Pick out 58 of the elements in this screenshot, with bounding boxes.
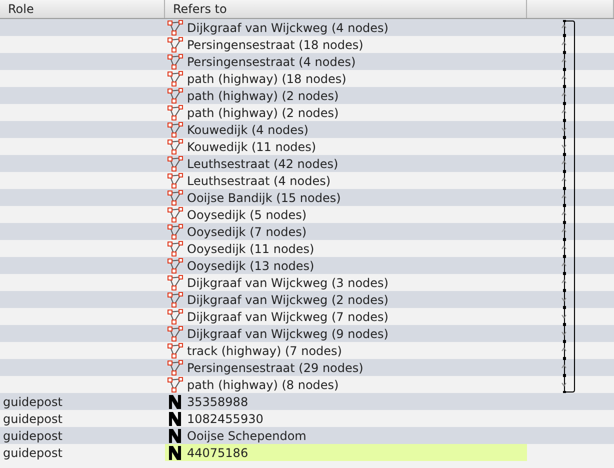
member-cell: Persingensestraat (4 nodes) [165, 53, 527, 70]
way-icon [167, 224, 183, 240]
way-icon [167, 326, 183, 342]
node-icon [167, 428, 183, 444]
member-cell: path (highway) (2 nodes) [165, 104, 527, 121]
member-cell: path (highway) (18 nodes) [165, 70, 527, 87]
member-cell: 35358988 [165, 393, 527, 410]
way-icon [167, 156, 183, 172]
way-icon [167, 206, 183, 222]
member-cell: track (highway) (7 nodes) [165, 342, 527, 359]
way-icon [167, 70, 183, 86]
member-cell: Dijkgraaf van Wijckweg (7 nodes) [165, 308, 527, 325]
node-icon [167, 444, 183, 460]
member-cell: Ooysedijk (13 nodes) [165, 257, 527, 274]
member-cell: Kouwedijk (4 nodes) [165, 121, 527, 138]
member-cell: Leuthsestraat (4 nodes) [165, 172, 527, 189]
way-icon [167, 360, 183, 376]
member-cell: Ooysedijk (11 nodes) [165, 240, 527, 257]
way-icon [167, 88, 183, 104]
way-icon [167, 376, 183, 392]
member-cell: Persingensestraat (18 nodes) [165, 36, 527, 53]
member-cell: Ooijse Schependom [165, 427, 527, 444]
member-cell: 1082455930 [165, 410, 527, 427]
role-cell: guidepost [3, 428, 62, 442]
way-icon [167, 240, 183, 256]
way-icon [167, 308, 183, 324]
way-icon [167, 342, 183, 358]
member-cell: Kouwedijk (11 nodes) [165, 138, 527, 155]
member-cell: Dijkgraaf van Wijckweg (9 nodes) [165, 325, 527, 342]
way-icon [167, 104, 183, 120]
member-cell: Dijkgraaf van Wijckweg (2 nodes) [165, 291, 527, 308]
way-icon [167, 138, 183, 154]
way-icon [167, 258, 183, 274]
member-cell: path (highway) (2 nodes) [165, 87, 527, 104]
way-icon [167, 36, 183, 52]
member-cell: Leuthsestraat (42 nodes) [165, 155, 527, 172]
way-icon [167, 172, 183, 188]
member-cell: Dijkgraaf van Wijckweg (3 nodes) [165, 274, 527, 291]
way-icon [167, 292, 183, 308]
way-icon [167, 20, 183, 36]
member-cell: Ooijse Bandijk (15 nodes) [165, 189, 527, 206]
role-cell: guidepost [3, 446, 62, 460]
node-icon [167, 394, 183, 410]
role-cell: guidepost [3, 394, 62, 408]
member-cell: Ooysedijk (7 nodes) [165, 223, 527, 240]
member-cell: path (highway) (8 nodes) [165, 376, 527, 393]
way-icon [167, 122, 183, 138]
role-cell: guidepost [3, 412, 62, 426]
node-icon [167, 410, 183, 426]
way-icon [167, 274, 183, 290]
column-header[interactable]: Refers to [165, 0, 527, 18]
member-cell: 44075186 [165, 444, 527, 461]
column-header[interactable]: Role [0, 0, 165, 18]
way-icon [167, 54, 183, 70]
way-icon [167, 190, 183, 206]
member-cell: Persingensestraat (29 nodes) [165, 359, 527, 376]
member-cell: Ooysedijk (5 nodes) [165, 206, 527, 223]
member-cell: Dijkgraaf van Wijckweg (4 nodes) [165, 19, 527, 36]
